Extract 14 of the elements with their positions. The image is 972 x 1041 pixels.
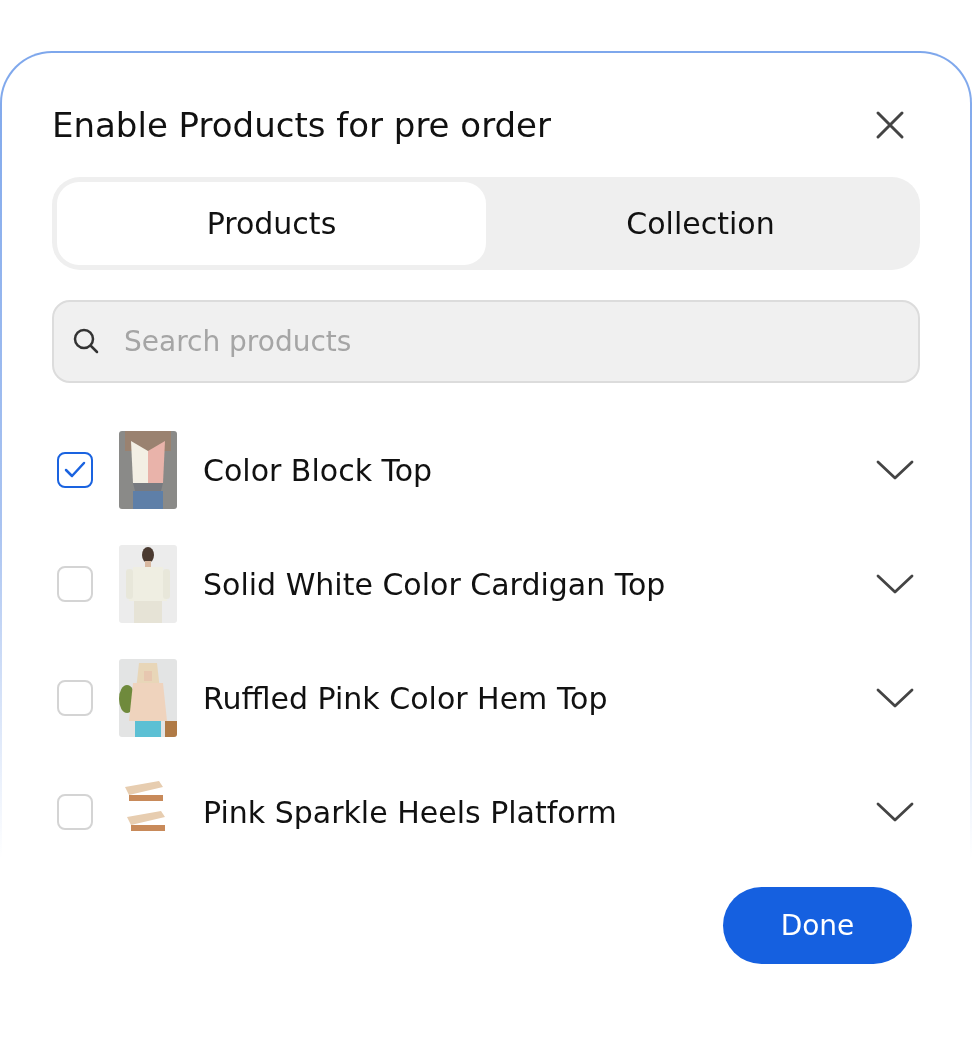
product-name: Ruffled Pink Color Hem Top	[203, 680, 609, 716]
dialog-title: Enable Products for pre order	[52, 105, 551, 145]
done-button[interactable]: Done	[723, 887, 912, 964]
product-name: Solid White Color Cardigan Top	[203, 566, 667, 602]
tab[interactable]: Products	[57, 182, 486, 265]
chevron-down-icon[interactable]	[876, 459, 914, 481]
product-name: Pink Sparkle Heels Platform	[203, 794, 618, 830]
checkbox[interactable]	[57, 452, 93, 488]
tab[interactable]: Collection	[486, 182, 915, 265]
product-name: Color Block Top	[203, 452, 434, 488]
search-field[interactable]: Search products	[52, 300, 920, 383]
chevron-down-icon[interactable]	[876, 687, 914, 709]
chevron-down-icon[interactable]	[876, 801, 914, 823]
chevron-down-icon[interactable]	[876, 573, 914, 595]
